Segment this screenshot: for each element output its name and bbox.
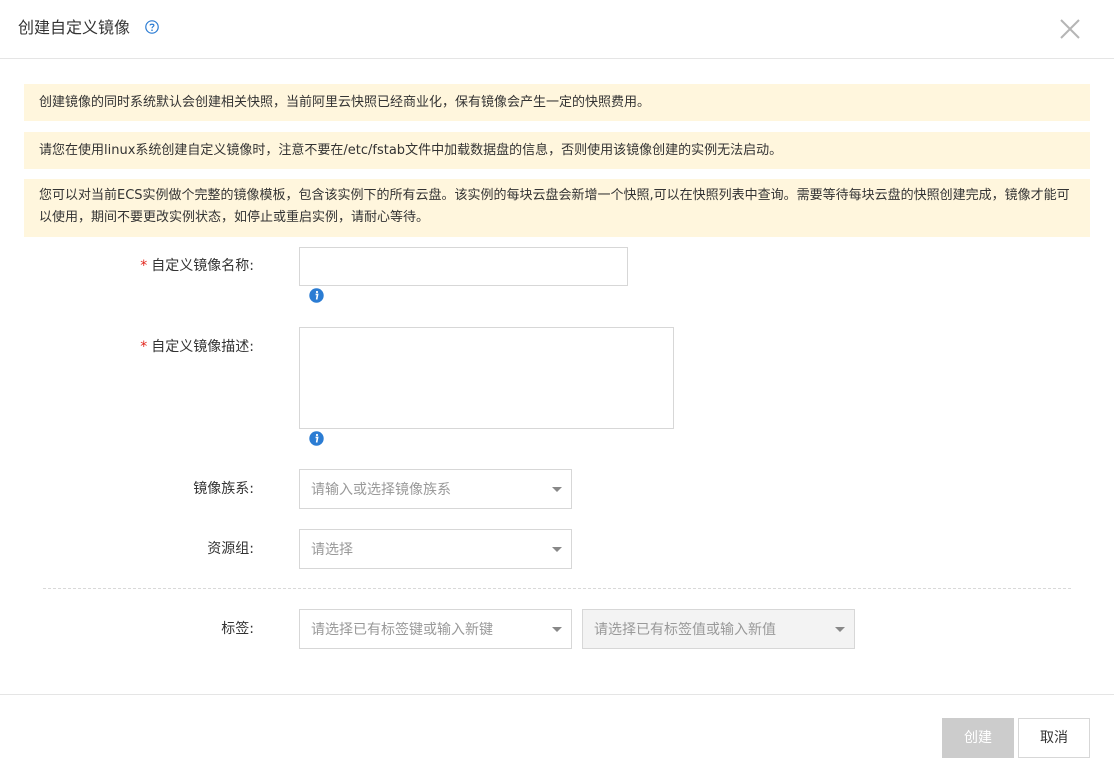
resource-group-label: 资源组: [207,541,254,557]
chevron-down-icon [552,627,562,632]
info-icon[interactable] [309,431,324,446]
resource-group-select[interactable]: 请选择 [299,529,572,569]
image-name-input[interactable] [299,247,628,286]
notice-linux-fstab: 请您在使用linux系统创建自定义镜像时，注意不要在/etc/fstab文件中加… [24,132,1090,169]
tag-label: 标签: [221,621,254,637]
required-mark: * [140,339,148,355]
image-name-label: * 自定义镜像名称: [140,258,254,274]
image-description-textarea[interactable] [299,327,674,429]
resource-group-placeholder: 请选择 [311,542,353,558]
question-circle-icon[interactable] [145,20,159,34]
tag-key-select[interactable]: 请选择已有标签键或输入新键 [299,609,572,649]
image-family-label: 镜像族系: [193,481,254,497]
dialog-header: 创建自定义镜像 [0,0,1114,59]
close-icon[interactable] [1058,17,1082,41]
create-button[interactable]: 创建 [942,718,1014,758]
image-description-label: * 自定义镜像描述: [140,339,254,355]
info-icon[interactable] [309,288,324,303]
form-divider [43,588,1071,589]
tag-key-placeholder: 请选择已有标签键或输入新键 [311,622,493,638]
dialog-title: 创建自定义镜像 [18,18,131,37]
tag-value-placeholder: 请选择已有标签值或输入新值 [594,622,776,638]
image-family-placeholder: 请输入或选择镜像族系 [311,482,451,498]
notice-snapshot-fee: 创建镜像的同时系统默认会创建相关快照，当前阿里云快照已经商业化，保有镜像会产生一… [24,84,1090,121]
footer-divider [0,694,1114,695]
tag-value-select: 请选择已有标签值或输入新值 [582,609,855,649]
notice-full-image-template: 您可以对当前ECS实例做个完整的镜像模板，包含该实例下的所有云盘。该实例的每块云… [24,179,1090,237]
image-family-select[interactable]: 请输入或选择镜像族系 [299,469,572,509]
cancel-button[interactable]: 取消 [1018,718,1090,758]
chevron-down-icon [835,627,845,632]
required-mark: * [140,258,148,274]
chevron-down-icon [552,487,562,492]
chevron-down-icon [552,547,562,552]
